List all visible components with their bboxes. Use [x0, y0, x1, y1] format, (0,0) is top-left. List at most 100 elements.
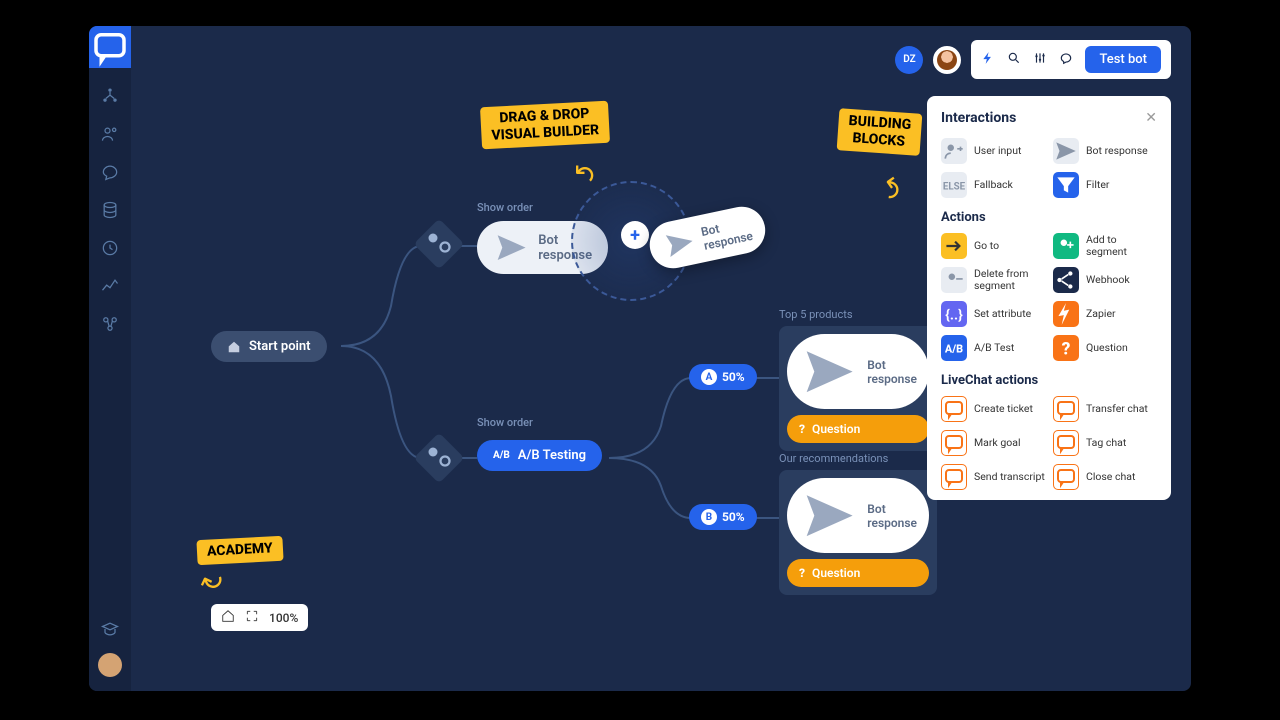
palette-item[interactable]: ? Question [1053, 335, 1157, 361]
arrow-icon: ↶ [871, 173, 908, 202]
interactions-panel: Interactions ✕ User input Bot response ELS… [927, 96, 1171, 500]
palette-label: Send transcript [974, 471, 1045, 483]
palette-item[interactable]: Zapier [1053, 301, 1157, 327]
palette-item[interactable]: Filter [1053, 172, 1157, 198]
variant-a-chip[interactable]: A 50% [689, 364, 757, 390]
home-zoom-icon[interactable] [221, 609, 235, 626]
nav-users-icon[interactable] [100, 124, 120, 144]
nav-history-icon[interactable] [100, 238, 120, 258]
arrow-icon: ↶ [563, 155, 603, 195]
logo[interactable] [89, 26, 131, 68]
palette-label: Tag chat [1086, 437, 1126, 449]
branch-node-2[interactable] [414, 433, 465, 484]
nav-database-icon[interactable] [100, 200, 120, 220]
zap-icon [1053, 301, 1079, 327]
variant-letter: B [701, 509, 717, 525]
palette-item[interactable]: Bot response [1053, 138, 1157, 164]
academy-icon[interactable] [100, 619, 120, 639]
chat-icon [941, 396, 967, 422]
fullscreen-icon[interactable] [245, 609, 259, 626]
test-bot-button[interactable]: Test bot [1085, 46, 1161, 73]
node-group-label: Show order [477, 416, 533, 429]
palette-item[interactable]: User input [941, 138, 1045, 164]
question-pill[interactable]: ?Question [787, 415, 929, 443]
user-icon [941, 138, 967, 164]
palette-label: Go to [974, 240, 999, 252]
close-icon[interactable]: ✕ [1145, 110, 1157, 126]
ab-testing-node[interactable]: A/B A/B Testing [477, 440, 602, 471]
variant-pct: 50% [722, 370, 745, 384]
user-badge[interactable]: DZ [895, 46, 923, 74]
brackets-icon: {..} [941, 301, 967, 327]
palette-label: Webhook [1086, 274, 1130, 286]
svg-text:A/B: A/B [945, 342, 963, 355]
chat-icon [941, 464, 967, 490]
palette-item[interactable]: Transfer chat [1053, 396, 1157, 422]
nav-analytics-icon[interactable] [100, 276, 120, 296]
toolbar: Test bot [971, 40, 1171, 79]
section-title: Actions [941, 210, 1157, 225]
nav-integrations-icon[interactable] [100, 314, 120, 334]
palette-item[interactable]: Webhook [1053, 267, 1157, 293]
palette-item[interactable]: Close chat [1053, 464, 1157, 490]
test-chat-icon[interactable] [1059, 50, 1073, 69]
branch-node-1[interactable] [414, 219, 465, 270]
palette-label: Question [1086, 342, 1128, 354]
svg-text:?: ? [1062, 340, 1071, 360]
palette-item[interactable]: Create ticket [941, 396, 1045, 422]
question-pill[interactable]: ?Question [787, 559, 929, 587]
chat-icon [941, 430, 967, 456]
node-label: Start point [249, 339, 311, 354]
palette-label: Filter [1086, 179, 1109, 191]
q-icon: ? [1053, 335, 1079, 361]
nav-flows-icon[interactable] [100, 86, 120, 106]
bot-response-pill[interactable]: Bot response [787, 478, 929, 553]
lightning-icon[interactable] [981, 50, 995, 69]
add-node-button[interactable]: + [621, 221, 649, 249]
palette-label: A/B Test [974, 342, 1014, 354]
panel-title: Interactions [941, 110, 1016, 126]
variant-b-chip[interactable]: B 50% [689, 504, 757, 530]
canvas[interactable]: DZ Test bot DRAG & DROP VISUAL BUILDER ↶… [131, 26, 1191, 691]
palette-label: Bot response [1086, 145, 1148, 157]
search-icon[interactable] [1007, 50, 1021, 69]
node-label: A/B Testing [518, 448, 586, 463]
settings-icon[interactable] [1033, 50, 1047, 69]
app-window: DZ Test bot DRAG & DROP VISUAL BUILDER ↶… [89, 26, 1191, 691]
pill-label: Bot response [867, 502, 917, 530]
palette-item[interactable]: Mark goal [941, 430, 1045, 456]
start-node[interactable]: Start point [211, 331, 327, 362]
node-group-label: Show order [477, 201, 533, 214]
pill-label: Question [812, 566, 860, 580]
arrow-icon [941, 233, 967, 259]
palette-item[interactable]: Add to segment [1053, 233, 1157, 259]
palette-item[interactable]: Tag chat [1053, 430, 1157, 456]
user-avatar[interactable] [933, 46, 961, 74]
card-label: Our recommendations [779, 452, 888, 465]
palette-label: Create ticket [974, 403, 1033, 415]
palette-label: User input [974, 145, 1021, 157]
palette-label: Mark goal [974, 437, 1021, 449]
bot-response-pill[interactable]: Bot response [787, 334, 929, 409]
callout-drag-drop: DRAG & DROP VISUAL BUILDER [480, 101, 610, 149]
sidebar-avatar[interactable] [98, 653, 122, 677]
palette-label: Fallback [974, 179, 1013, 191]
arrow-icon: ↶ [194, 560, 227, 599]
palette-item[interactable]: A/B A/B Test [941, 335, 1045, 361]
card-top-products[interactable]: Bot response ?Question [779, 326, 937, 451]
minus-user-icon [941, 267, 967, 293]
send-icon [1053, 138, 1079, 164]
nav-chat-icon[interactable] [100, 162, 120, 182]
palette-item[interactable]: {..}Set attribute [941, 301, 1045, 327]
card-recommendations[interactable]: Bot response ?Question [779, 470, 937, 595]
pill-label: Question [812, 422, 860, 436]
palette-item[interactable]: Delete from segment [941, 267, 1045, 293]
filter-icon [1053, 172, 1079, 198]
palette-item[interactable]: Send transcript [941, 464, 1045, 490]
block-label: Bot response [700, 215, 754, 253]
variant-letter: A [701, 369, 717, 385]
topbar: DZ Test bot [895, 40, 1171, 79]
palette-item[interactable]: ELSEFallback [941, 172, 1045, 198]
palette-item[interactable]: Go to [941, 233, 1045, 259]
plus-user-icon [1053, 233, 1079, 259]
